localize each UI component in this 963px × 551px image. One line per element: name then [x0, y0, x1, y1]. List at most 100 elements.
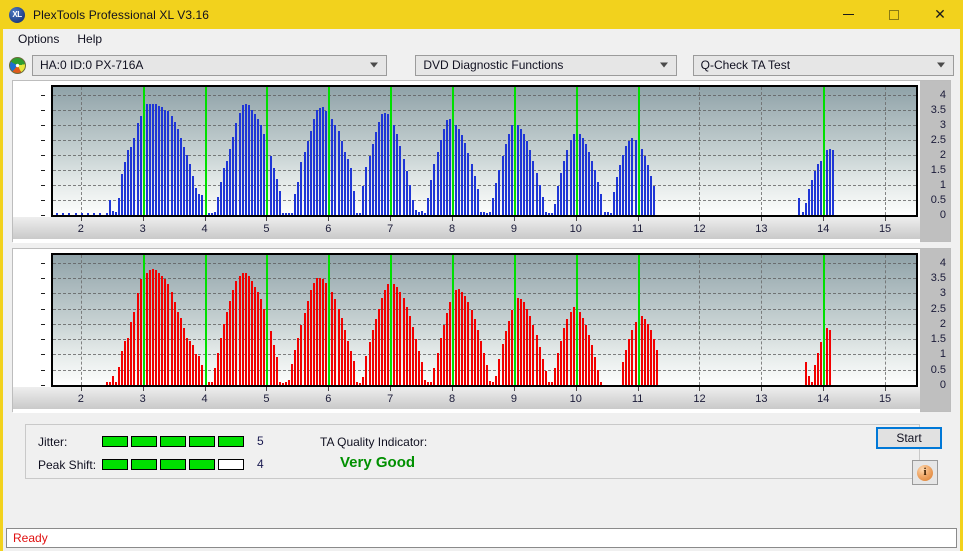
- chart-bar: [402, 159, 405, 215]
- charts-container: 0 0.5 1 1.5 2 2.5 3 3.5 4 2 3 4 5 6 7 8 9 10 11 12 13 14 15 00…: [3, 80, 960, 418]
- chart-bar: [810, 381, 813, 385]
- chart-bar: [473, 175, 476, 215]
- chart-bar: [87, 213, 90, 215]
- chart-bar: [300, 162, 303, 215]
- x-axis-tick: [390, 387, 392, 391]
- chart-bar: [136, 123, 139, 215]
- chart-bar: [260, 299, 263, 385]
- minimize-button[interactable]: [825, 0, 871, 29]
- chart-bar: [238, 276, 241, 385]
- chart-bar: [547, 212, 550, 215]
- chart-bar: [436, 151, 439, 215]
- start-button[interactable]: Start: [876, 427, 942, 449]
- chart-bar: [322, 107, 325, 215]
- zone-marker: [823, 87, 826, 215]
- chart-bar: [470, 163, 473, 215]
- chart-bar: [467, 153, 470, 215]
- maximize-button[interactable]: [871, 0, 917, 29]
- drive-select[interactable]: HA:0 ID:0 PX-716A: [32, 54, 388, 76]
- chart-bar: [581, 317, 584, 385]
- chart-bar: [653, 186, 656, 215]
- chart-bar: [99, 213, 102, 215]
- chart-bar: [498, 169, 501, 215]
- chart-bar: [284, 381, 287, 385]
- meter-cell: [131, 459, 157, 470]
- chart-bar: [362, 377, 365, 385]
- chart-bar: [241, 105, 244, 215]
- chart-bar: [501, 156, 504, 215]
- chart-bar: [151, 268, 154, 385]
- x-axis-tick: [761, 387, 763, 391]
- chart-bar: [653, 339, 656, 385]
- peak-shift-chart-panel: 0 0.5 1 1.5 2 2.5 3 3.5 4 2 3 4 5 6 7 8 9 10 11 12 13 14 15: [12, 248, 951, 413]
- chart-bar: [325, 282, 328, 385]
- close-button[interactable]: ✕: [917, 0, 963, 29]
- chart-bar: [544, 212, 547, 215]
- chart-bar: [176, 129, 179, 215]
- chart-bar: [173, 121, 176, 215]
- zone-marker: [142, 255, 145, 385]
- chart-bar: [319, 108, 321, 215]
- menu-item-help[interactable]: Help: [68, 30, 111, 48]
- x-axis-tick: [885, 217, 887, 221]
- chart-bar: [56, 212, 59, 215]
- chart-bar: [442, 325, 445, 385]
- title-bar: XL PlexTools Professional XL V3.16 ✕: [0, 0, 963, 29]
- chart-bar: [331, 118, 334, 215]
- meter-cell: [102, 459, 128, 470]
- zone-marker: [390, 87, 393, 215]
- x-axis-label: 2: [77, 223, 84, 235]
- chart-bar: [606, 212, 609, 215]
- x-axis-label: 5: [263, 393, 270, 405]
- y-axis-label: 2: [939, 317, 946, 330]
- chart-bar: [257, 291, 260, 385]
- peak-shift-value: 4: [257, 457, 264, 471]
- chart-bar: [226, 160, 229, 215]
- zone-marker: [204, 255, 207, 385]
- chart-bar: [563, 160, 566, 215]
- chart-bar: [591, 345, 594, 385]
- chart-bar: [303, 151, 306, 215]
- chart-bar: [615, 177, 618, 215]
- x-axis-label: 11: [631, 393, 644, 405]
- chart-bar: [306, 141, 309, 215]
- chart-bar: [430, 381, 433, 385]
- chart-bar: [807, 375, 810, 385]
- y-axis-label: 3: [939, 287, 946, 300]
- zone-marker: [452, 255, 455, 385]
- function-select[interactable]: DVD Diagnostic Functions: [415, 54, 677, 76]
- chart-bar: [229, 300, 232, 385]
- chart-bar: [569, 311, 572, 385]
- chart-bar: [470, 310, 473, 385]
- chart-bar: [458, 288, 461, 385]
- y-axis-label: 0: [939, 379, 946, 391]
- chart-bar: [315, 109, 318, 215]
- jitter-meter: [102, 436, 244, 447]
- x-axis-tick: [390, 217, 392, 221]
- chart-bar: [538, 184, 541, 215]
- plot-area: [51, 253, 918, 387]
- grid-line-v: [80, 87, 82, 215]
- chart-bar: [813, 171, 816, 215]
- x-axis-label: 3: [139, 393, 146, 405]
- chart-bar: [588, 334, 591, 385]
- test-select[interactable]: Q-Check TA Test: [692, 54, 954, 76]
- chart-bar: [207, 381, 210, 385]
- chart-bar: [380, 114, 383, 215]
- chart-bar: [656, 349, 659, 385]
- x-axis-label: 4: [201, 223, 208, 235]
- chart-bar: [161, 276, 164, 385]
- chart-bar: [288, 213, 291, 215]
- y-axis-tick: [41, 169, 45, 171]
- menu-item-options[interactable]: Options: [9, 30, 68, 48]
- x-axis-tick: [204, 217, 206, 221]
- x-axis-tick: [80, 217, 82, 221]
- chart-bar: [826, 328, 829, 385]
- x-axis-tick: [452, 217, 454, 221]
- chart-bar: [111, 375, 114, 385]
- y-axis-tick: [41, 354, 45, 356]
- grid-line-h: [53, 139, 916, 141]
- chart-bar: [121, 351, 124, 385]
- chart-bar: [380, 297, 383, 385]
- info-button[interactable]: i: [912, 460, 938, 485]
